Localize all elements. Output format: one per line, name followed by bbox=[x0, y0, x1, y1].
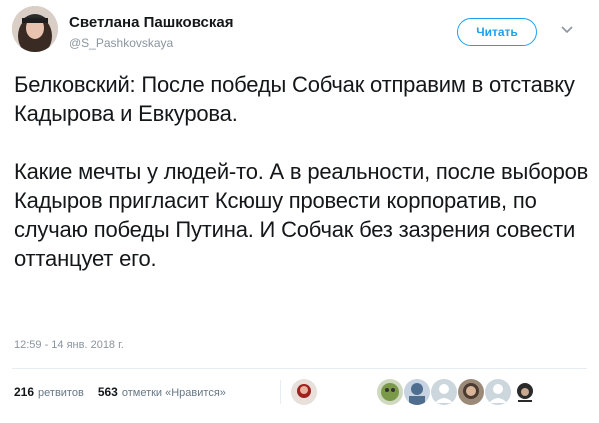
retweets-stat[interactable]: 216 ретвитов bbox=[14, 385, 84, 399]
liker-avatar[interactable] bbox=[291, 379, 317, 405]
stats-separator bbox=[280, 380, 281, 404]
liker-avatar[interactable] bbox=[431, 379, 457, 405]
retweets-count: 216 bbox=[14, 385, 35, 399]
liker-avatar[interactable] bbox=[512, 379, 538, 405]
divider bbox=[12, 368, 587, 369]
tweet-paragraph: Какие мечты у людей-то. А в реальности, … bbox=[14, 159, 589, 271]
avatar-image bbox=[12, 6, 58, 52]
retweets-label: ретвитов bbox=[38, 387, 84, 399]
user-name[interactable]: Светлана Пашковская bbox=[69, 14, 233, 31]
tweet-stats: 216 ретвитов 563 отметки «Нравится» bbox=[14, 378, 240, 406]
likes-label: отметки «Нравится» bbox=[121, 387, 226, 399]
liker-avatar[interactable] bbox=[377, 379, 403, 405]
tweet-timestamp[interactable]: 12:59 - 14 янв. 2018 г. bbox=[14, 339, 124, 351]
tweet-header: Светлана Пашковская @S_Pashkovskaya Чита… bbox=[12, 6, 587, 56]
liker-avatar[interactable] bbox=[485, 379, 511, 405]
user-avatar[interactable] bbox=[12, 6, 58, 52]
likes-count: 563 bbox=[97, 385, 118, 399]
liker-avatar[interactable] bbox=[404, 379, 430, 405]
tweet-text: Белковский: После победы Собчак отправим… bbox=[14, 70, 589, 273]
follow-button[interactable]: Читать bbox=[457, 18, 537, 46]
tweet-paragraph: Белковский: После победы Собчак отправим… bbox=[14, 72, 575, 126]
liker-avatar[interactable] bbox=[458, 379, 484, 405]
chevron-down-icon[interactable] bbox=[559, 24, 575, 36]
likes-stat[interactable]: 563 отметки «Нравится» bbox=[98, 385, 226, 399]
user-handle[interactable]: @S_Pashkovskaya bbox=[69, 36, 173, 50]
